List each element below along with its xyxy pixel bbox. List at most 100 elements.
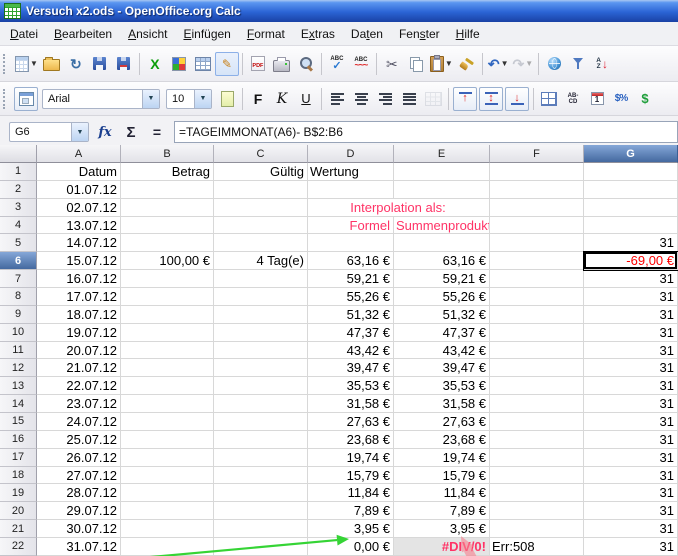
- cell-F15[interactable]: [490, 413, 584, 431]
- cell-A19[interactable]: 28.07.12: [37, 484, 121, 502]
- font-size-combo[interactable]: 10▼: [166, 89, 212, 109]
- copy-button[interactable]: [404, 52, 428, 76]
- cell-B3[interactable]: [121, 199, 214, 217]
- toolbar-grip[interactable]: [3, 89, 8, 109]
- cell-B2[interactable]: [121, 181, 214, 199]
- column-header-D[interactable]: D: [308, 145, 394, 163]
- row-header-18[interactable]: 18: [0, 467, 37, 485]
- cell-E16[interactable]: 23,68 €: [394, 431, 490, 449]
- row-header-17[interactable]: 17: [0, 449, 37, 467]
- align-right-button[interactable]: [373, 87, 397, 111]
- equals-button[interactable]: =: [144, 120, 170, 144]
- menu-fenster[interactable]: Fenster: [391, 24, 448, 44]
- cell-A21[interactable]: 30.07.12: [37, 520, 121, 538]
- menu-format[interactable]: Format: [239, 24, 293, 44]
- cell-A2[interactable]: 01.07.12: [37, 181, 121, 199]
- cell-G6[interactable]: -69,00 €: [584, 252, 678, 270]
- cell-D14[interactable]: 31,58 €: [308, 395, 394, 413]
- formula-input[interactable]: =TAGEIMMONAT(A6)- B$2:B6: [174, 121, 678, 143]
- italic-button[interactable]: K: [270, 87, 294, 111]
- row-header-20[interactable]: 20: [0, 502, 37, 520]
- cell-B19[interactable]: [121, 484, 214, 502]
- page-preview-button[interactable]: [294, 52, 318, 76]
- paintbrush-button[interactable]: [455, 52, 479, 76]
- print-button[interactable]: [270, 52, 294, 76]
- cell-C12[interactable]: [214, 359, 308, 377]
- cell-B14[interactable]: [121, 395, 214, 413]
- dropdown-caret-icon[interactable]: ▼: [525, 59, 533, 68]
- menu-bearbeiten[interactable]: Bearbeiten: [46, 24, 120, 44]
- cell-G18[interactable]: 31: [584, 467, 678, 485]
- cell-E5[interactable]: [394, 234, 490, 252]
- cell-E13[interactable]: 35,53 €: [394, 377, 490, 395]
- cell-A12[interactable]: 21.07.12: [37, 359, 121, 377]
- cell-A17[interactable]: 26.07.12: [37, 449, 121, 467]
- cell-B18[interactable]: [121, 467, 214, 485]
- menu-datei[interactable]: Datei: [2, 24, 46, 44]
- cell-G19[interactable]: 31: [584, 484, 678, 502]
- cell-E11[interactable]: 43,42 €: [394, 342, 490, 360]
- cell-E18[interactable]: 15,79 €: [394, 467, 490, 485]
- cell-D10[interactable]: 47,37 €: [308, 324, 394, 342]
- cell-C10[interactable]: [214, 324, 308, 342]
- align-left-button[interactable]: [325, 87, 349, 111]
- cell-F1[interactable]: [490, 163, 584, 181]
- row-header-3[interactable]: 3: [0, 199, 37, 217]
- font-size-dropdown-icon[interactable]: ▼: [194, 90, 211, 108]
- cell-C16[interactable]: [214, 431, 308, 449]
- row-header-14[interactable]: 14: [0, 395, 37, 413]
- autospellcheck-button[interactable]: ABC~~~: [349, 52, 373, 76]
- cell-G7[interactable]: 31: [584, 270, 678, 288]
- cell-C22[interactable]: [214, 538, 308, 556]
- row-header-10[interactable]: 10: [0, 324, 37, 342]
- cell-F2[interactable]: [490, 181, 584, 199]
- cell-G9[interactable]: 31: [584, 306, 678, 324]
- row-header-13[interactable]: 13: [0, 377, 37, 395]
- cell-C19[interactable]: [214, 484, 308, 502]
- cell-F5[interactable]: [490, 234, 584, 252]
- pdf-export-button[interactable]: PDF: [246, 52, 270, 76]
- cell-D16[interactable]: 23,68 €: [308, 431, 394, 449]
- cell-C15[interactable]: [214, 413, 308, 431]
- cell-G10[interactable]: 31: [584, 324, 678, 342]
- valign-middle-button[interactable]: ↕: [479, 87, 503, 111]
- cell-F10[interactable]: [490, 324, 584, 342]
- menu-daten[interactable]: Daten: [343, 24, 391, 44]
- cell-A5[interactable]: 14.07.12: [37, 234, 121, 252]
- cell-E10[interactable]: 47,37 €: [394, 324, 490, 342]
- row-header-7[interactable]: 7: [0, 270, 37, 288]
- cell-F22[interactable]: Err:508: [490, 538, 584, 556]
- cell-E7[interactable]: 59,21 €: [394, 270, 490, 288]
- cell-B5[interactable]: [121, 234, 214, 252]
- sheet-corner[interactable]: [0, 145, 37, 163]
- sum-button[interactable]: Σ: [118, 120, 144, 144]
- cell-B1[interactable]: Betrag: [121, 163, 214, 181]
- cell-F18[interactable]: [490, 467, 584, 485]
- cell-F16[interactable]: [490, 431, 584, 449]
- spellcheck-button[interactable]: ABC✓: [325, 52, 349, 76]
- cell-D3[interactable]: Interpolation als:: [308, 199, 490, 217]
- abcd-button[interactable]: AB- CD: [561, 87, 585, 111]
- cell-B6[interactable]: 100,00 €: [121, 252, 214, 270]
- cell-G20[interactable]: 31: [584, 502, 678, 520]
- cell-G17[interactable]: 31: [584, 449, 678, 467]
- cell-B17[interactable]: [121, 449, 214, 467]
- cell-E19[interactable]: 11,84 €: [394, 484, 490, 502]
- cell-G4[interactable]: [584, 217, 678, 235]
- cell-C21[interactable]: [214, 520, 308, 538]
- cell-D8[interactable]: 55,26 €: [308, 288, 394, 306]
- cell-F11[interactable]: [490, 342, 584, 360]
- cell-D2[interactable]: [308, 181, 394, 199]
- dollar-button[interactable]: $: [633, 87, 657, 111]
- cell-C2[interactable]: [214, 181, 308, 199]
- edit-file-button[interactable]: ✎: [215, 52, 239, 76]
- cell-F4[interactable]: [490, 217, 584, 235]
- cell-B7[interactable]: [121, 270, 214, 288]
- sort-ascending-button[interactable]: A Z↓: [590, 52, 614, 76]
- cell-A6[interactable]: 15.07.12: [37, 252, 121, 270]
- borders-button[interactable]: [537, 87, 561, 111]
- autofilter-button[interactable]: [566, 52, 590, 76]
- row-header-11[interactable]: 11: [0, 342, 37, 360]
- row-header-12[interactable]: 12: [0, 359, 37, 377]
- underline-button[interactable]: U: [294, 87, 318, 111]
